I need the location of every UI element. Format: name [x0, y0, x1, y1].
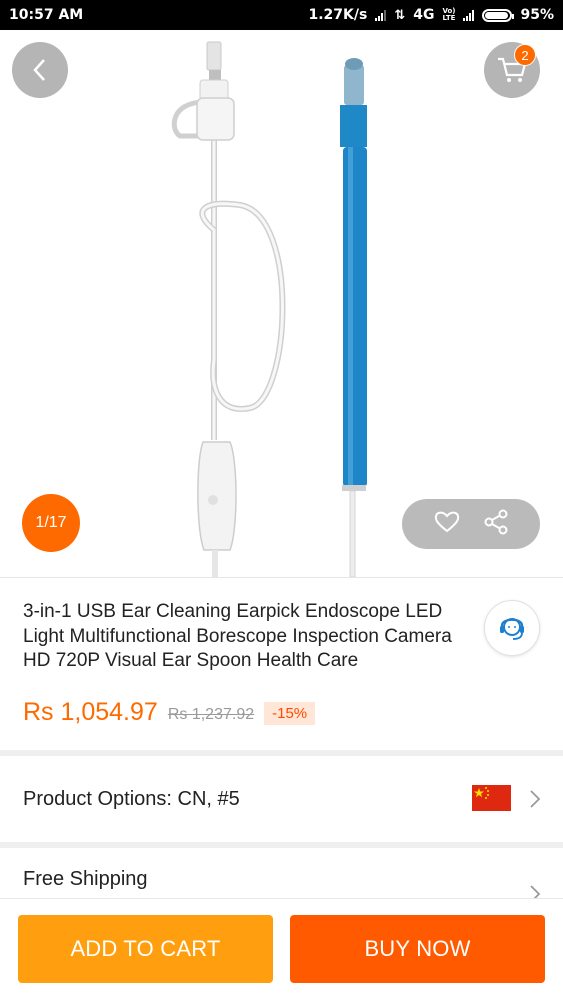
battery-level: 95%	[520, 7, 554, 23]
shipping-label: Free Shipping	[23, 868, 148, 890]
original-price: Rs 1,237.92	[167, 705, 255, 723]
back-button[interactable]	[12, 42, 68, 98]
customer-support-button[interactable]	[484, 600, 540, 656]
china-flag-icon	[472, 785, 511, 811]
status-time: 10:57 AM	[9, 7, 84, 23]
image-page-indicator: 1/17	[22, 494, 80, 552]
heart-icon	[434, 511, 459, 532]
network-type: 4G	[413, 7, 435, 23]
chevron-right-icon	[530, 885, 541, 898]
add-to-cart-button[interactable]: ADD TO CART	[18, 915, 273, 983]
wifi-signal-icon	[375, 9, 387, 21]
product-options-label: Product Options: CN, #5	[23, 788, 240, 810]
volte-icon: Vo) LTE	[442, 7, 456, 22]
status-bar: 10:57 AM 1.27K/s ⇅ 4G Vo) LTE 95%	[0, 0, 563, 30]
discount-badge: -15%	[264, 702, 316, 725]
price-row: Rs 1,054.97 Rs 1,237.92 -15%	[23, 698, 316, 727]
current-price: Rs 1,054.97	[23, 698, 158, 726]
product-image-gallery[interactable]: 2 1/17	[0, 30, 563, 577]
bottom-action-bar: ADD TO CART BUY NOW	[0, 898, 563, 1000]
image-actions	[402, 499, 540, 549]
product-info: 3-in-1 USB Ear Cleaning Earpick Endoscop…	[0, 577, 563, 750]
battery-icon	[482, 8, 515, 22]
chevron-right-icon	[530, 790, 541, 808]
product-title: 3-in-1 USB Ear Cleaning Earpick Endoscop…	[23, 601, 452, 671]
network-speed: 1.27K/s	[308, 7, 368, 23]
wishlist-button[interactable]	[434, 510, 460, 539]
share-button[interactable]	[483, 509, 509, 540]
shipping-row[interactable]: Free Shipping	[0, 848, 563, 898]
data-arrows-icon: ⇅	[394, 7, 406, 23]
cell-signal-icon	[463, 9, 475, 21]
back-arrow-icon	[33, 59, 45, 81]
cart-count-badge: 2	[514, 44, 536, 66]
share-icon	[484, 509, 507, 534]
customer-support-icon	[500, 618, 524, 640]
product-image	[171, 41, 367, 577]
product-options-row[interactable]: Product Options: CN, #5	[0, 756, 563, 842]
buy-now-button[interactable]: BUY NOW	[290, 915, 545, 983]
